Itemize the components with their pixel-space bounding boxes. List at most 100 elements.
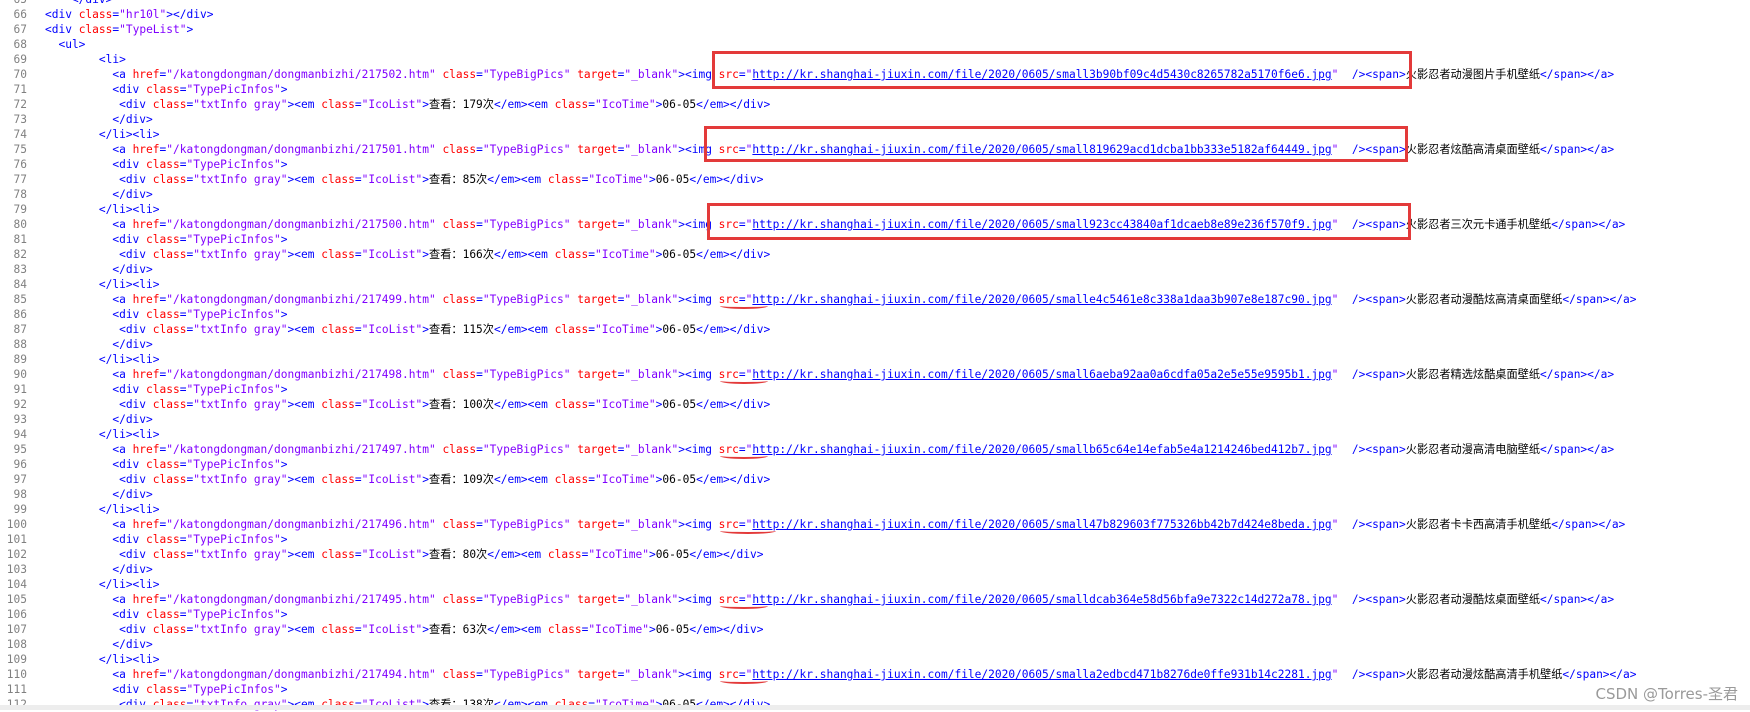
code-token: "_blank" (624, 68, 679, 81)
code-token: class (321, 398, 355, 411)
code-token: class (152, 323, 187, 336)
code-text: <div class="txtInfo gray"><em class="Ico… (45, 397, 770, 412)
code-token: "txtInfo gray" (193, 248, 288, 261)
code-token: target (577, 293, 618, 306)
code-line[interactable]: 78 </div> (0, 187, 1750, 202)
code-token: "TypePicInfos" (186, 608, 281, 621)
code-token: href (132, 593, 160, 606)
code-line[interactable]: 95 <a href = "/katongdongman/dongmanbizhi/… (0, 442, 1750, 457)
code-token: > (280, 533, 288, 546)
code-token: href (132, 518, 160, 531)
code-line[interactable]: 82 <div class="txtInfo gray"><em class="… (0, 247, 1750, 262)
code-token: class (442, 368, 477, 381)
image-url-link[interactable]: http://kr.shanghai-jiuxin.com/file/2020/… (752, 518, 1331, 531)
highlight-box-line-70 (712, 51, 1412, 89)
code-line[interactable]: 96 <div class="TypePicInfos"> (0, 457, 1750, 472)
code-token: "txtInfo gray" (193, 548, 288, 561)
code-text: <ul> (45, 37, 85, 52)
code-token: </em></div> (696, 98, 771, 111)
code-text: <div class="txtInfo gray"><em class="Ico… (45, 547, 763, 562)
code-line[interactable]: 110 <a href = "/katongdongman/dongmanbizhi… (0, 667, 1750, 682)
code-line[interactable]: 85 <a href = "/katongdongman/dongmanbizhi/… (0, 292, 1750, 307)
line-number: 106 (6, 608, 27, 621)
code-line[interactable]: 101 <div class="TypePicInfos"> (0, 532, 1750, 547)
code-token: class (321, 248, 355, 261)
code-line[interactable]: 72 <div class="txtInfo gray"><em class="… (0, 97, 1750, 112)
line-number: 91 (13, 383, 27, 396)
code-token: "txtInfo gray" (193, 623, 288, 636)
code-token: "IcoTime" (595, 323, 656, 336)
code-line[interactable]: 73 </div> (0, 112, 1750, 127)
image-url-link[interactable]: http://kr.shanghai-jiuxin.com/file/2020/… (752, 443, 1331, 456)
code-line[interactable]: 90 <a href = "/katongdongman/dongmanbizhi/… (0, 367, 1750, 382)
code-line[interactable]: 68 <ul> (0, 37, 1750, 52)
code-token: class (146, 458, 180, 471)
code-token: "txtInfo gray" (193, 323, 288, 336)
code-line[interactable]: 84 </li><li> (0, 277, 1750, 292)
horizontal-scrollbar[interactable] (0, 705, 1750, 710)
code-line[interactable]: 108 </div> (0, 637, 1750, 652)
code-line[interactable]: 87 <div class="txtInfo gray"><em class="… (0, 322, 1750, 337)
code-editor[interactable]: 65 </div>66<div class="hr10l"></div>67<d… (0, 0, 1750, 712)
code-text: <div class="TypePicInfos"> (45, 457, 287, 472)
code-line[interactable]: 105 <a href = "/katongdongman/dongmanbizhi… (0, 592, 1750, 607)
code-line[interactable]: 97 <div class="txtInfo gray"><em class="… (0, 472, 1750, 487)
code-line[interactable]: 102 <div class="txtInfo gray"><em class=… (0, 547, 1750, 562)
code-token: 火影忍者动漫炫酷高清手机壁纸 (1405, 668, 1563, 681)
image-url-link[interactable]: http://kr.shanghai-jiuxin.com/file/2020/… (752, 293, 1331, 306)
code-token: "IcoList" (361, 473, 423, 486)
code-line[interactable]: 86 <div class="TypePicInfos"> (0, 307, 1750, 322)
code-token: 火影忍者动漫图片手机壁纸 (1405, 68, 1541, 81)
code-token: "TypeBigPics" (482, 218, 571, 231)
code-text: <div class="txtInfo gray"><em class="Ico… (45, 622, 763, 637)
code-token: "_blank" (624, 668, 679, 681)
code-token: class (146, 233, 180, 246)
code-line[interactable]: 89 </li><li> (0, 352, 1750, 367)
line-number: 101 (6, 533, 27, 546)
code-line[interactable]: 99 </li><li> (0, 502, 1750, 517)
code-line[interactable]: 77 <div class="txtInfo gray"><em class="… (0, 172, 1750, 187)
code-line[interactable]: 94 </li><li> (0, 427, 1750, 442)
code-line[interactable]: 98 </div> (0, 487, 1750, 502)
code-text: </li><li> (45, 202, 160, 217)
code-token: "txtInfo gray" (193, 398, 288, 411)
code-token: "/katongdongman/dongmanbizhi/217502.htm" (166, 68, 436, 81)
code-token: href (132, 143, 160, 156)
code-token: ><img (678, 668, 719, 681)
code-line[interactable]: 100 <a href = "/katongdongman/dongmanbizhi… (0, 517, 1750, 532)
code-line[interactable]: 66 <div class="hr10l"></div> (0, 7, 1750, 22)
code-line[interactable]: 93 </div> (0, 412, 1750, 427)
code-token: ><em (287, 398, 322, 411)
code-token: <div (45, 248, 153, 261)
line-number: 104 (6, 578, 27, 591)
code-text: </div> (45, 112, 152, 127)
code-line[interactable]: 67 <div class="TypeList"> (0, 22, 1750, 37)
code-line[interactable]: 92 <div class="txtInfo gray"><em class="… (0, 397, 1750, 412)
code-line[interactable]: 91 <div class="TypePicInfos"> (0, 382, 1750, 397)
code-token: "txtInfo gray" (193, 98, 288, 111)
code-token: </span></a> (1562, 668, 1637, 681)
code-line[interactable]: 83 </div> (0, 262, 1750, 277)
code-token: </span></a> (1562, 293, 1637, 306)
code-line[interactable]: 103 </div> (0, 562, 1750, 577)
code-token: </span></a> (1540, 443, 1615, 456)
code-token: <div (45, 683, 147, 696)
code-line[interactable]: 88 </div> (0, 337, 1750, 352)
image-url-link[interactable]: http://kr.shanghai-jiuxin.com/file/2020/… (752, 593, 1331, 606)
code-token: class (554, 323, 589, 336)
code-token: = (476, 143, 483, 156)
code-line[interactable]: 107 <div class="txtInfo gray"><em class=… (0, 622, 1750, 637)
code-text: <a href = "/katongdongman/dongmanbizhi/217… (45, 667, 1636, 682)
image-url-link[interactable]: http://kr.shanghai-jiuxin.com/file/2020/… (752, 368, 1331, 381)
code-line[interactable]: 104 </li><li> (0, 577, 1750, 592)
code-token: </span></a> (1540, 143, 1615, 156)
code-line[interactable]: 65 </div> (0, 0, 1750, 7)
code-token: class (547, 548, 582, 561)
image-url-link[interactable]: http://kr.shanghai-jiuxin.com/file/2020/… (752, 668, 1331, 681)
code-line[interactable]: 111 <div class="TypePicInfos"> (0, 682, 1750, 697)
code-token: > (186, 23, 194, 36)
code-line[interactable]: 106 <div class="TypePicInfos"> (0, 607, 1750, 622)
code-token: = (476, 593, 483, 606)
code-text: </li><li> (45, 577, 160, 592)
code-line[interactable]: 109 </li><li> (0, 652, 1750, 667)
